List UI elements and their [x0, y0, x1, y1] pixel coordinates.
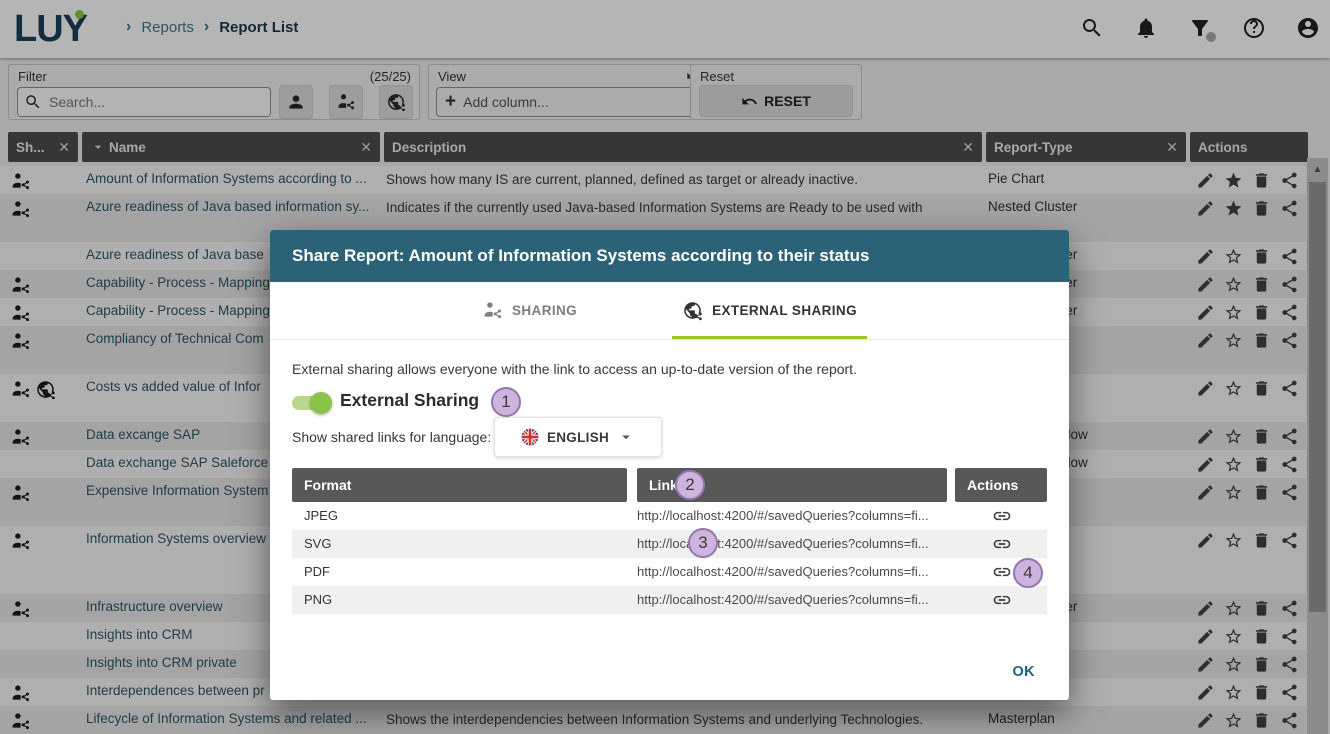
links-table-header: Format Link Actions [292, 468, 1047, 502]
external-sharing-description: External sharing allows everyone with th… [292, 361, 857, 377]
link-url[interactable]: http://localhost:4200/#/savedQueries?col… [637, 536, 942, 551]
dialog-header: Share Report: Amount of Information Syst… [270, 230, 1069, 282]
shared-link-row: JPEG http://localhost:4200/#/savedQuerie… [292, 502, 1047, 530]
link-icon[interactable] [992, 506, 1012, 526]
tab-label: EXTERNAL SHARING [712, 303, 857, 318]
tab-sharing[interactable]: SHARING [472, 282, 587, 339]
annotation-badge-2: 2 [675, 470, 705, 500]
links-column-actions: Actions [955, 468, 1047, 502]
person-share-icon [482, 300, 503, 321]
annotation-badge-4: 4 [1013, 558, 1043, 588]
link-format: PDF [304, 564, 330, 579]
shared-link-row: PDF http://localhost:4200/#/savedQueries… [292, 558, 1047, 586]
dialog-title: Share Report: Amount of Information Syst… [292, 246, 869, 266]
annotation-badge-3: 3 [688, 528, 718, 558]
uk-flag-icon [521, 428, 539, 446]
language-label: Show shared links for language: [292, 429, 491, 445]
link-icon[interactable] [992, 534, 1012, 554]
app-root: LUY › Reports › Report List Filter (25/2… [0, 0, 1330, 734]
link-format: SVG [304, 536, 331, 551]
shared-link-row: SVG http://localhost:4200/#/savedQueries… [292, 530, 1047, 558]
annotation-badge-1: 1 [491, 387, 521, 417]
link-url[interactable]: http://localhost:4200/#/savedQueries?col… [637, 508, 942, 523]
external-sharing-toggle[interactable] [292, 392, 330, 414]
ok-button[interactable]: OK [1004, 658, 1043, 686]
link-format: JPEG [304, 508, 338, 523]
link-icon[interactable] [992, 562, 1012, 582]
share-report-dialog: Share Report: Amount of Information Syst… [270, 230, 1069, 700]
shared-links-table: Format Link Actions JPEG http://localhos… [292, 468, 1047, 614]
link-url[interactable]: http://localhost:4200/#/savedQueries?col… [637, 564, 942, 579]
link-format: PNG [304, 592, 332, 607]
tab-external-sharing[interactable]: EXTERNAL SHARING [672, 282, 867, 339]
language-dropdown[interactable]: ENGLISH [494, 417, 662, 457]
toggle-label: External Sharing [340, 390, 479, 411]
links-column-format: Format [292, 468, 627, 502]
shared-link-row: PNG http://localhost:4200/#/savedQueries… [292, 586, 1047, 614]
dialog-tabs: SHARING EXTERNAL SHARING [270, 282, 1069, 340]
chevron-down-icon [617, 428, 635, 446]
link-url[interactable]: http://localhost:4200/#/savedQueries?col… [637, 592, 942, 607]
language-value: ENGLISH [547, 430, 609, 445]
links-table-body: JPEG http://localhost:4200/#/savedQuerie… [292, 502, 1047, 614]
tab-label: SHARING [512, 303, 577, 318]
link-icon[interactable] [992, 590, 1012, 610]
toggle-knob [310, 392, 332, 414]
globe-share-icon [682, 300, 703, 321]
